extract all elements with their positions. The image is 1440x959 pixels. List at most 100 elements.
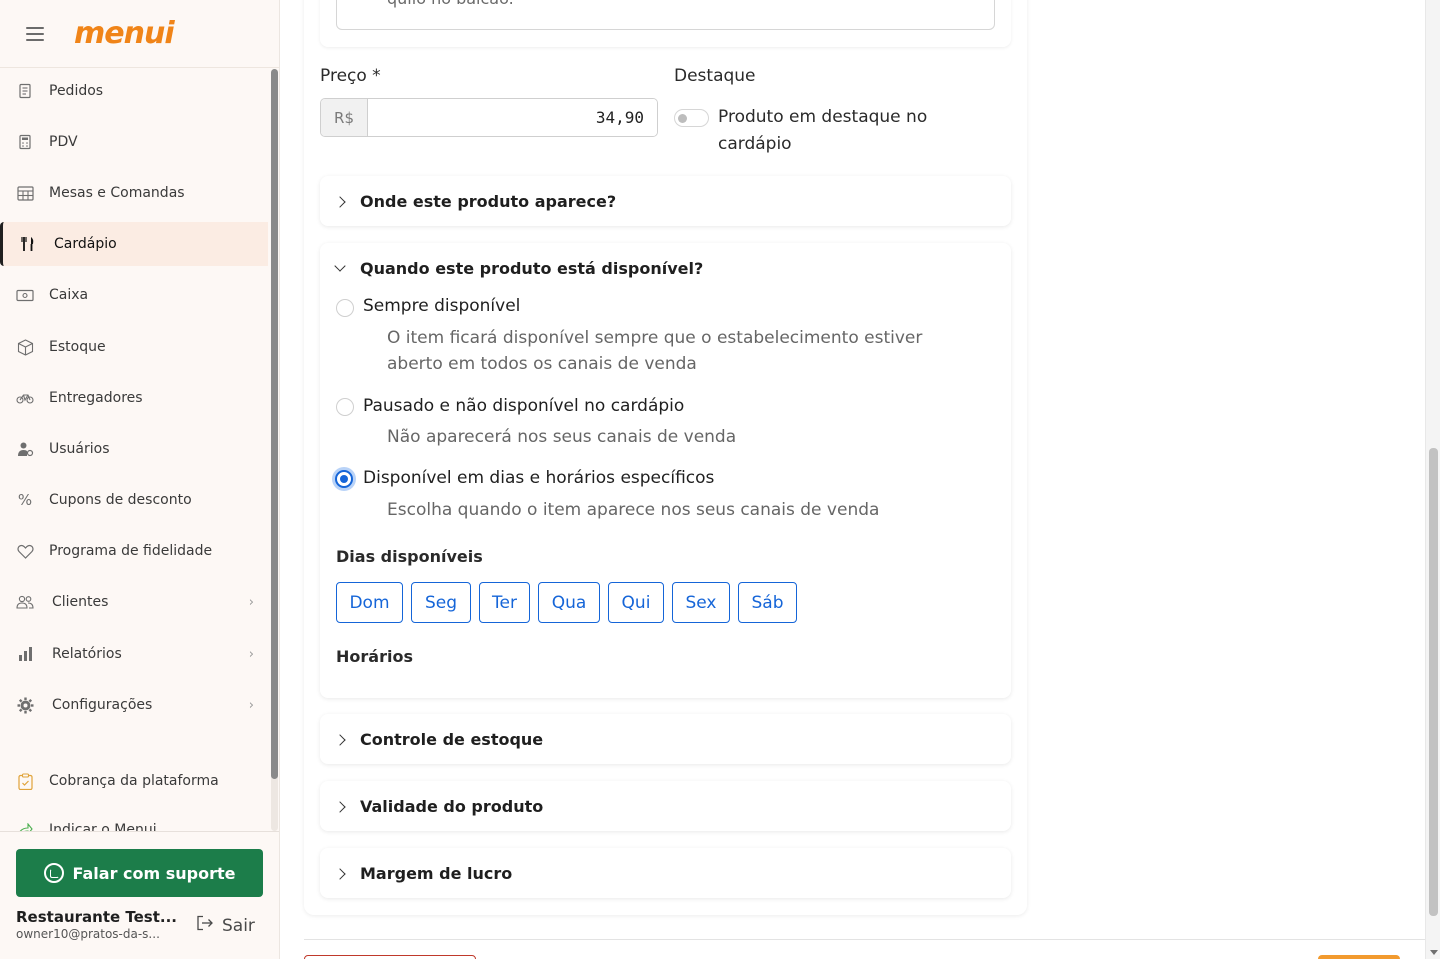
sidebar-item-label: Mesas e Comandas	[49, 185, 185, 201]
stock-section-title: Controle de estoque	[360, 730, 544, 749]
sidebar-item-estoque[interactable]: Estoque	[0, 325, 268, 369]
radio-specific-days[interactable]	[335, 470, 353, 488]
day-button-sab[interactable]: Sáb	[738, 582, 797, 623]
sidebar-item-label: Cardápio	[54, 236, 117, 252]
sidebar-item-mesas[interactable]: Mesas e Comandas	[0, 171, 268, 215]
option-title[interactable]: Sempre disponível	[363, 296, 520, 316]
fork-knife-icon	[19, 235, 37, 253]
users-icon	[16, 593, 34, 611]
option-title[interactable]: Disponível em dias e horários específico…	[363, 468, 714, 488]
currency-prefix: R$	[321, 99, 368, 136]
page-scrollbar-thumb[interactable]	[1429, 448, 1438, 916]
menu-icon[interactable]	[26, 26, 44, 41]
sidebar-item-usuarios[interactable]: Usuários	[0, 427, 268, 471]
sidebar-item-pdv[interactable]: PDV	[0, 120, 268, 164]
option-description: Não aparecerá nos seus canais de venda	[387, 427, 737, 447]
chevron-right-icon	[334, 800, 346, 813]
page-scrollbar[interactable]	[1425, 0, 1440, 959]
logout-icon	[196, 915, 214, 936]
sidebar-item-relatorios[interactable]: Relatórios ›	[0, 632, 268, 676]
sidebar-item-clientes[interactable]: Clientes ›	[0, 580, 268, 624]
margin-section-title: Margem de lucro	[360, 864, 513, 883]
receipt-icon	[16, 82, 34, 100]
chevron-right-icon	[334, 733, 346, 746]
sidebar-item-configuracoes[interactable]: Configurações ›	[0, 683, 268, 727]
day-button-dom[interactable]: Dom	[336, 582, 403, 623]
sidebar-item-cupons[interactable]: % Cupons de desconto	[0, 478, 268, 522]
scroll-down-arrow-icon[interactable]	[1430, 950, 1438, 955]
sidebar-item-fidelidade[interactable]: Programa de fidelidade	[0, 529, 268, 573]
logout-button[interactable]: Sair	[196, 915, 255, 936]
sidebar-item-label: Estoque	[49, 339, 106, 355]
where-section-header[interactable]: Onde este produto aparece?	[334, 192, 617, 211]
whatsapp-icon	[43, 863, 64, 883]
sidebar-item-label: Configurações	[52, 697, 153, 713]
stock-section-header[interactable]: Controle de estoque	[334, 730, 544, 749]
sidebar-scrollbar[interactable]	[271, 69, 278, 831]
box-icon	[16, 338, 34, 356]
where-section[interactable]: Onde este produto aparece?	[320, 176, 1011, 226]
gear-icon	[16, 696, 34, 714]
sidebar-item-label: Cobrança da plataforma	[49, 773, 219, 789]
radio-always-available[interactable]	[336, 299, 354, 317]
price-label: Preço *	[320, 66, 381, 86]
featured-label: Destaque	[674, 66, 756, 86]
sidebar-footer: Falar com suporte Restaurante Test... ow…	[0, 831, 279, 959]
sidebar-item-label: PDV	[49, 134, 78, 150]
day-button-qua[interactable]: Qua	[538, 582, 600, 623]
when-section-title: Quando este produto está disponível?	[360, 259, 704, 278]
stock-section[interactable]: Controle de estoque	[320, 714, 1011, 764]
sidebar-item-label: Caixa	[49, 287, 89, 303]
sidebar-item-pedidos[interactable]: Pedidos	[0, 69, 268, 113]
app-logo[interactable]: menui	[74, 16, 175, 51]
description-text: quilo no balcão.	[387, 0, 514, 8]
validity-section[interactable]: Validade do produto	[320, 781, 1011, 831]
option-title[interactable]: Pausado e não disponível no cardápio	[363, 396, 684, 416]
table-icon	[16, 184, 34, 202]
sidebar-item-label: Pedidos	[49, 83, 104, 99]
option-description: O item ficará disponível sempre que o es…	[387, 328, 923, 374]
description-textarea[interactable]: quilo no balcão.	[336, 0, 995, 30]
day-button-ter[interactable]: Ter	[479, 582, 530, 623]
cash-icon	[16, 286, 34, 304]
day-button-seg[interactable]: Seg	[411, 582, 471, 623]
margin-section-header[interactable]: Margem de lucro	[334, 864, 513, 883]
chevron-right-icon: ›	[248, 646, 254, 662]
delete-button[interactable]	[304, 955, 476, 959]
clipboard-icon	[16, 772, 34, 790]
hours-label: Horários	[336, 647, 413, 666]
toggle-knob	[678, 114, 687, 123]
support-button-label: Falar com suporte	[72, 863, 236, 883]
option-description: Escolha quando o item aparece nos seus c…	[387, 500, 880, 520]
user-name: Restaurante Test...	[16, 908, 177, 926]
days-label: Dias disponíveis	[336, 547, 483, 566]
sidebar-item-label: Cupons de desconto	[49, 492, 192, 508]
bike-icon	[16, 389, 34, 407]
scrollbar-thumb[interactable]	[271, 69, 278, 779]
save-button[interactable]	[1318, 955, 1400, 959]
sidebar-item-cardapio[interactable]: Cardápio	[0, 222, 268, 266]
price-input[interactable]	[368, 99, 657, 136]
sidebar-item-label: Entregadores	[49, 390, 143, 406]
support-button[interactable]: Falar com suporte	[16, 849, 263, 897]
margin-section[interactable]: Margem de lucro	[320, 848, 1011, 898]
featured-toggle[interactable]	[674, 109, 709, 127]
where-section-title: Onde este produto aparece?	[360, 192, 617, 211]
sidebar-nav: Pedidos PDV Mesas e Comandas Cardápio Ca…	[0, 69, 268, 831]
radio-paused[interactable]	[336, 398, 354, 416]
sidebar-item-cobranca[interactable]: Cobrança da plataforma	[0, 759, 268, 803]
when-section-header[interactable]: Quando este produto está disponível?	[334, 259, 704, 278]
sidebar-item-indicar[interactable]: Indicar o Menui	[0, 808, 268, 831]
chevron-right-icon	[334, 867, 346, 880]
featured-toggle-text[interactable]: Produto em destaque no cardápio	[718, 104, 988, 158]
price-input-group: R$	[320, 98, 658, 137]
day-button-qui[interactable]: Qui	[608, 582, 664, 623]
sidebar-item-label: Programa de fidelidade	[49, 543, 213, 559]
chevron-right-icon: ›	[248, 594, 254, 610]
sidebar-item-label: Usuários	[49, 441, 110, 457]
chevron-down-icon	[334, 260, 346, 272]
sidebar-item-caixa[interactable]: Caixa	[0, 273, 268, 317]
validity-section-header[interactable]: Validade do produto	[334, 797, 543, 816]
day-button-sex[interactable]: Sex	[672, 582, 730, 623]
sidebar-item-entregadores[interactable]: Entregadores	[0, 376, 268, 420]
